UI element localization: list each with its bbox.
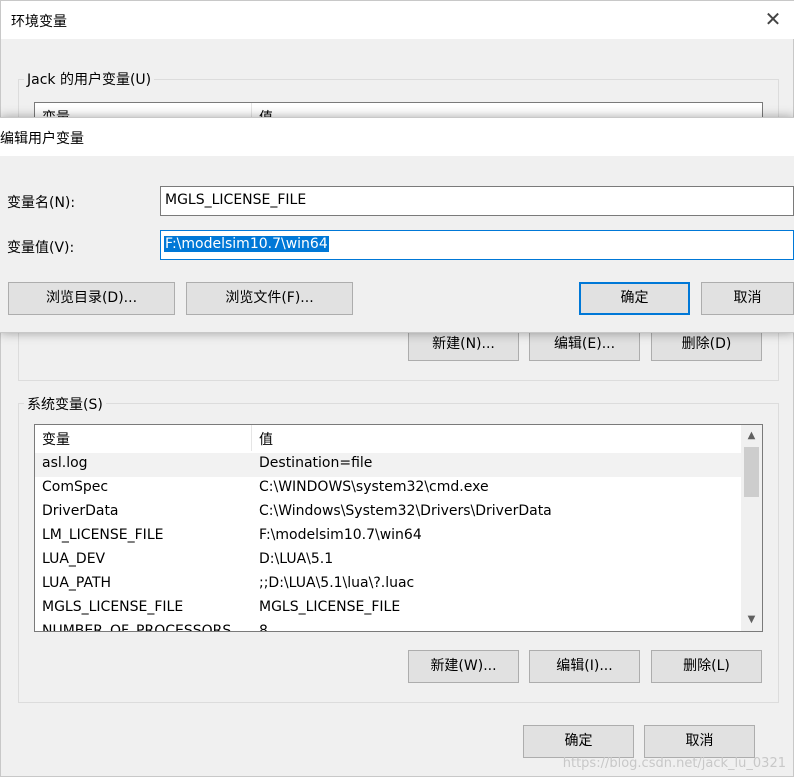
list-header: 变量 值: [35, 425, 741, 451]
title-bar: 环境变量 ✕: [1, 1, 794, 39]
table-row[interactable]: LM_LICENSE_FILE F:\modelsim10.7\win64: [35, 525, 741, 549]
column-header-name[interactable]: 变量: [42, 429, 70, 449]
variable-value: D:\LUA\5.1: [259, 551, 334, 567]
column-divider: [251, 425, 252, 451]
scrollbar-thumb[interactable]: [744, 447, 759, 497]
cancel-button[interactable]: 取消: [644, 725, 755, 758]
variable-name: MGLS_LICENSE_FILE: [42, 599, 184, 615]
close-icon[interactable]: ✕: [763, 9, 783, 29]
system-variables-label: 系统变量(S): [24, 394, 106, 414]
variable-name: DriverData: [42, 503, 119, 519]
variable-name-field[interactable]: MGLS_LICENSE_FILE: [160, 186, 794, 216]
table-row[interactable]: DriverData C:\Windows\System32\Drivers\D…: [35, 501, 741, 525]
table-row[interactable]: NUMBER_OF_PROCESSORS 8: [35, 621, 741, 632]
variable-value: C:\Windows\System32\Drivers\DriverData: [259, 503, 552, 519]
variable-value: 8: [259, 623, 268, 632]
variable-name: LM_LICENSE_FILE: [42, 527, 164, 543]
variable-value: C:\WINDOWS\system32\cmd.exe: [259, 479, 489, 495]
variable-value: MGLS_LICENSE_FILE: [259, 599, 401, 615]
chevron-down-icon[interactable]: ▼: [743, 611, 760, 628]
user-variables-label: Jack 的用户变量(U): [24, 69, 155, 89]
table-row[interactable]: asl.log Destination=file: [35, 453, 741, 477]
system-edit-button[interactable]: 编辑(I)...: [529, 650, 640, 683]
vertical-scrollbar[interactable]: ▲ ▼: [741, 425, 762, 631]
variable-name: NUMBER_OF_PROCESSORS: [42, 623, 232, 632]
variable-name-value: MGLS_LICENSE_FILE: [165, 192, 307, 208]
system-delete-button[interactable]: 删除(L): [651, 650, 762, 683]
dialog-title: 环境变量: [11, 14, 67, 30]
variable-name: LUA_DEV: [42, 551, 106, 567]
title-bar: 编辑用户变量: [0, 118, 794, 156]
column-header-value[interactable]: 值: [259, 429, 273, 449]
variable-value-field[interactable]: F:\modelsim10.7\win64: [160, 230, 794, 260]
inner-cancel-button[interactable]: 取消: [701, 282, 794, 315]
browse-directory-button[interactable]: 浏览目录(D)...: [8, 282, 175, 315]
edit-user-variable-dialog: 编辑用户变量 变量名(N): MGLS_LICENSE_FILE 变量值(V):…: [0, 117, 794, 333]
inner-ok-button[interactable]: 确定: [579, 282, 690, 315]
variable-name: ComSpec: [42, 479, 109, 495]
variable-value: F:\modelsim10.7\win64: [259, 527, 422, 543]
system-variables-list[interactable]: 变量 值 asl.log Destination=file ComSpec C:…: [34, 424, 763, 632]
system-new-button[interactable]: 新建(W)...: [408, 650, 519, 683]
table-row[interactable]: MGLS_LICENSE_FILE MGLS_LICENSE_FILE: [35, 597, 741, 621]
variable-value: ;;D:\LUA\5.1\lua\?.luac: [259, 575, 415, 591]
table-row[interactable]: ComSpec C:\WINDOWS\system32\cmd.exe: [35, 477, 741, 501]
variable-name: asl.log: [42, 455, 88, 471]
variable-value-label: 变量值(V):: [7, 240, 75, 256]
dialog-title: 编辑用户变量: [0, 131, 84, 147]
variable-value-text: F:\modelsim10.7\win64: [164, 236, 329, 252]
table-row[interactable]: LUA_DEV D:\LUA\5.1: [35, 549, 741, 573]
watermark: https://blog.csdn.net/jack_lu_0321: [562, 756, 786, 771]
variable-name: LUA_PATH: [42, 575, 112, 591]
browse-file-button[interactable]: 浏览文件(F)...: [186, 282, 353, 315]
ok-button[interactable]: 确定: [523, 725, 634, 758]
variable-name-label: 变量名(N):: [7, 195, 76, 211]
chevron-up-icon[interactable]: ▲: [743, 427, 760, 444]
variable-value: Destination=file: [259, 455, 373, 471]
table-row[interactable]: LUA_PATH ;;D:\LUA\5.1\lua\?.luac: [35, 573, 741, 597]
